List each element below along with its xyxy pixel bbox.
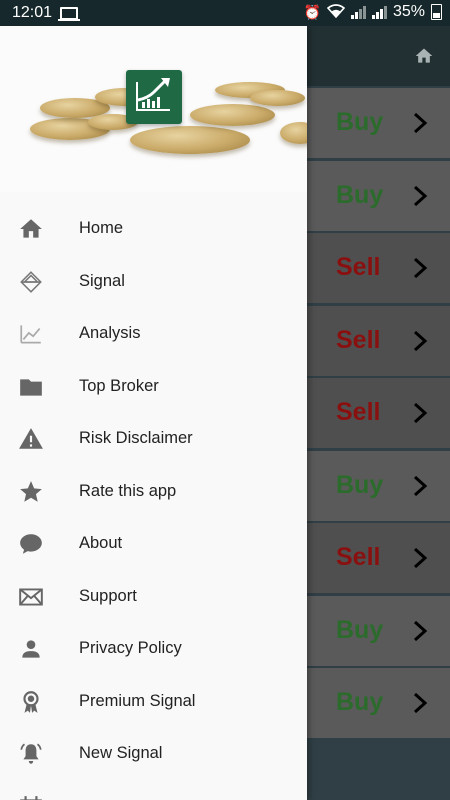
menu-item-signal[interactable]: Signal (0, 255, 307, 308)
battery-icon (431, 4, 442, 20)
signal-action-label: Sell (336, 325, 381, 354)
chevron-right-icon (410, 185, 430, 207)
folder-icon (18, 374, 44, 400)
warning-icon (18, 426, 44, 452)
drawer-header-image (0, 26, 307, 192)
menu-item-risk-disclaimer[interactable]: Risk Disclaimer (0, 412, 307, 465)
mail-icon (18, 584, 44, 610)
signal-action-label: Buy (336, 108, 384, 136)
chevron-right-icon (410, 547, 430, 569)
menu-item-label: Privacy Policy (79, 639, 182, 657)
home-icon[interactable] (414, 46, 434, 66)
menu-item-rate-this-app[interactable]: Rate this app (0, 465, 307, 518)
menu-item-partial[interactable] (0, 780, 307, 800)
signal-action-label: Buy (336, 688, 384, 716)
menu-item-analysis[interactable]: Analysis (0, 307, 307, 360)
signal-action-label: Sell (336, 543, 381, 571)
menu-item-label: Signal (79, 271, 125, 290)
menu-item-label: Support (79, 586, 137, 605)
cell-signal-icon (350, 5, 366, 19)
menu-item-top-broker[interactable]: Top Broker (0, 360, 307, 413)
chevron-right-icon (410, 257, 430, 279)
menu-item-label: Rate this app (79, 481, 177, 500)
menu-item-premium-signal[interactable]: Premium Signal (0, 675, 307, 728)
menu-item-label: New Signal (79, 744, 163, 762)
menu-item-label: Analysis (79, 324, 141, 342)
chevron-right-icon (410, 330, 430, 352)
drawer-menu: Home Signal Analysis Top Broker Risk Disclai… (0, 202, 307, 800)
chevron-right-icon (410, 402, 430, 424)
chat-bubble-icon (18, 531, 44, 557)
calendar-icon (18, 794, 44, 800)
star-icon (18, 479, 44, 505)
menu-item-support[interactable]: Support (0, 570, 307, 623)
award-icon (18, 689, 44, 715)
person-icon (18, 636, 44, 662)
signal-action-label: Buy (336, 180, 384, 209)
alarm-icon: ⏰ (303, 3, 321, 20)
analysis-chart-icon (18, 321, 44, 347)
status-bar: 12:01 ⏰ 35% (0, 0, 450, 26)
menu-item-home[interactable]: Home (0, 202, 307, 255)
signal-action-label: Sell (336, 253, 381, 281)
battery-percent: 35% (392, 3, 425, 20)
signal-action-label: Buy (336, 615, 384, 644)
cell-signal-2-icon (371, 5, 387, 19)
menu-item-new-signal[interactable]: New Signal (0, 727, 307, 780)
navigation-drawer: Home Signal Analysis Top Broker Risk Disclai… (0, 26, 307, 800)
signal-action-label: Buy (336, 470, 384, 499)
app-logo (126, 70, 182, 124)
menu-item-label: Premium Signal (79, 691, 196, 710)
laptop-icon (58, 7, 80, 21)
chevron-right-icon (410, 112, 430, 134)
menu-item-label: About (79, 534, 123, 552)
status-icons: ⏰ 35% (304, 3, 442, 21)
menu-item-label: Risk Disclaimer (79, 429, 193, 447)
clock: 12:01 (12, 4, 53, 21)
menu-item-about[interactable]: About (0, 517, 307, 570)
menu-item-label: Home (79, 219, 124, 237)
home-icon (18, 216, 44, 242)
menu-item-privacy-policy[interactable]: Privacy Policy (0, 622, 307, 675)
chevron-right-icon (410, 620, 430, 642)
chevron-right-icon (410, 692, 430, 714)
signal-action-label: Sell (336, 398, 381, 426)
wifi-icon (326, 3, 346, 21)
signal-icon (18, 269, 44, 295)
menu-item-label: Top Broker (79, 376, 159, 395)
bell-icon (18, 741, 44, 767)
chevron-right-icon (410, 475, 430, 497)
